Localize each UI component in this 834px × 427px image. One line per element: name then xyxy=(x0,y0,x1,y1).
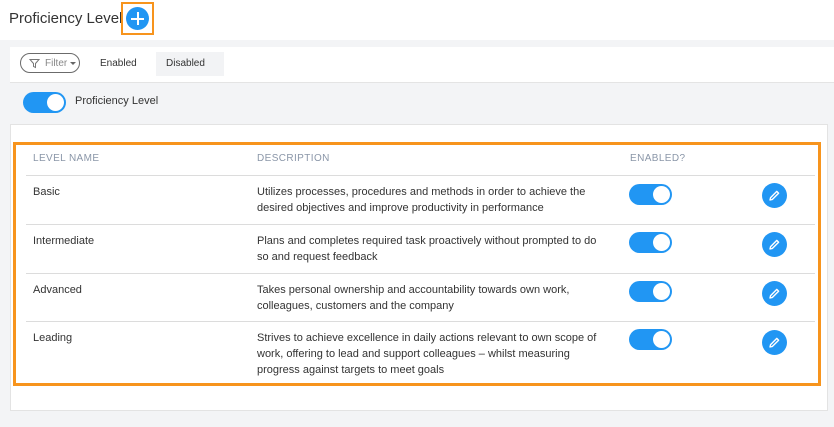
row-divider xyxy=(26,321,815,322)
filter-disabled[interactable]: Disabled xyxy=(166,58,205,69)
level-description: Takes personal ownership and accountabil… xyxy=(257,282,617,314)
description-line: Strives to achieve excellence in daily a… xyxy=(257,332,597,344)
filter-enabled[interactable]: Enabled xyxy=(100,58,137,69)
level-name: Basic xyxy=(33,186,60,198)
add-button[interactable] xyxy=(126,7,149,30)
pencil-icon xyxy=(769,239,780,250)
pencil-icon xyxy=(769,337,780,348)
add-button-highlight xyxy=(121,2,154,35)
toggle-knob xyxy=(653,234,670,251)
level-name: Advanced xyxy=(33,284,82,296)
row-enabled-toggle[interactable] xyxy=(629,329,672,350)
toggle-knob xyxy=(653,331,670,348)
edit-button[interactable] xyxy=(762,183,787,208)
master-toggle-label: Proficiency Level xyxy=(75,95,159,107)
edit-button[interactable] xyxy=(762,232,787,257)
master-toggle[interactable] xyxy=(23,92,66,113)
pencil-icon xyxy=(769,288,780,299)
row-enabled-toggle[interactable] xyxy=(629,184,672,205)
level-description: Strives to achieve excellence in daily a… xyxy=(257,330,617,378)
header-level-name: LEVEL NAME xyxy=(33,153,100,164)
edit-button[interactable] xyxy=(762,281,787,306)
description-line: Plans and completes required task proact… xyxy=(257,235,597,247)
description-line: so and request feedback xyxy=(257,251,378,263)
funnel-icon xyxy=(29,59,40,69)
edit-button[interactable] xyxy=(762,330,787,355)
pencil-icon xyxy=(769,190,780,201)
level-description: Plans and completes required task proact… xyxy=(257,233,617,265)
description-line: Utilizes processes, procedures and metho… xyxy=(257,186,586,198)
row-enabled-toggle[interactable] xyxy=(629,281,672,302)
header-description: DESCRIPTION xyxy=(257,153,330,164)
description-line: desired objectives and improve productiv… xyxy=(257,202,544,214)
toggle-knob xyxy=(653,283,670,300)
description-line: work, offering to lead and support colle… xyxy=(257,348,570,360)
row-enabled-toggle[interactable] xyxy=(629,232,672,253)
description-line: progress against targets to meet goals xyxy=(257,364,445,376)
level-description: Utilizes processes, procedures and metho… xyxy=(257,184,617,216)
caret-down-icon xyxy=(70,62,76,65)
filter-bar: Filter Enabled Disabled xyxy=(10,47,834,83)
filter-label: Filter xyxy=(45,58,68,69)
level-name: Intermediate xyxy=(33,235,95,247)
toggle-knob xyxy=(47,94,64,111)
header-enabled: ENABLED? xyxy=(630,153,686,164)
row-divider xyxy=(26,175,815,176)
description-line: colleagues, customers and the company xyxy=(257,300,454,312)
filter-button[interactable]: Filter xyxy=(20,53,80,73)
description-line: Takes personal ownership and accountabil… xyxy=(257,284,570,296)
row-divider xyxy=(26,224,815,225)
row-divider xyxy=(26,273,815,274)
toggle-knob xyxy=(653,186,670,203)
page-title: Proficiency Level xyxy=(9,10,123,27)
level-name: Leading xyxy=(33,332,73,344)
